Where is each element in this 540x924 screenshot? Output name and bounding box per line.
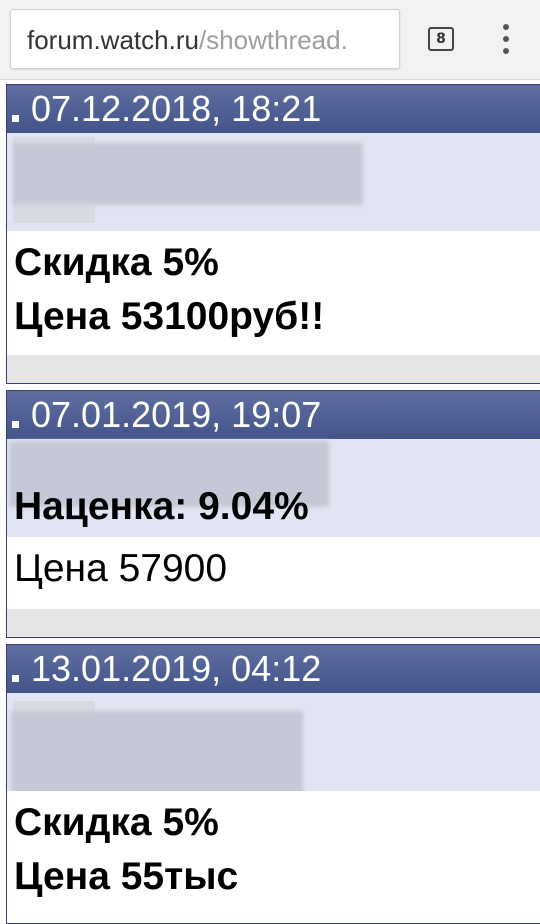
tab-switcher-button[interactable]: 8: [428, 27, 454, 51]
address-bar[interactable]: forum.watch.ru/showthread.: [10, 9, 400, 69]
overflow-menu-icon[interactable]: [496, 24, 516, 54]
browser-toolbar: forum.watch.ru/showthread. 8: [0, 0, 540, 80]
forum-post: 13.01.2019, 04:12 Скидка 5% Цена 55тыс: [6, 644, 540, 924]
post-bullet-icon: [12, 115, 19, 122]
url-path: /showthread.: [198, 25, 348, 55]
post-date: 13.01.2019, 04:12: [31, 648, 322, 689]
post-bullet-icon: [12, 421, 19, 428]
message-line: Цена 53100руб!!: [14, 295, 325, 338]
post-footer: [7, 355, 540, 383]
post-date: 07.01.2019, 19:07: [31, 394, 322, 435]
post-message: Скидка 5% Цена 53100руб!!: [7, 231, 540, 355]
post-header: 07.12.2018, 18:21: [7, 85, 540, 133]
message-line: Цена 55тыс: [14, 855, 239, 898]
post-header: 13.01.2019, 04:12: [7, 645, 540, 693]
forum-post: 07.01.2019, 19:07 Наценка: 9.04% Цена 57…: [6, 390, 540, 638]
post-bullet-icon: [12, 675, 19, 682]
post-userinfo: [7, 693, 540, 805]
username-redacted: [13, 143, 363, 205]
message-line: Наценка: 9.04%: [14, 485, 309, 528]
post-header: 07.01.2019, 19:07: [7, 391, 540, 439]
forum-post: 07.12.2018, 18:21 Скидка 5% Цена 53100ру…: [6, 84, 540, 384]
url-host: forum.watch.ru: [27, 25, 199, 55]
post-footer: [7, 609, 540, 637]
message-line: Скидка 5%: [14, 241, 219, 284]
post-message: Скидка 5% Цена 55тыс: [7, 791, 540, 921]
post-date: 07.12.2018, 18:21: [31, 88, 322, 129]
message-line: Скидка 5%: [14, 801, 219, 844]
post-userinfo: [7, 133, 540, 231]
message-line: Цена 57900: [14, 547, 228, 590]
post-message: Цена 57900: [7, 537, 540, 609]
